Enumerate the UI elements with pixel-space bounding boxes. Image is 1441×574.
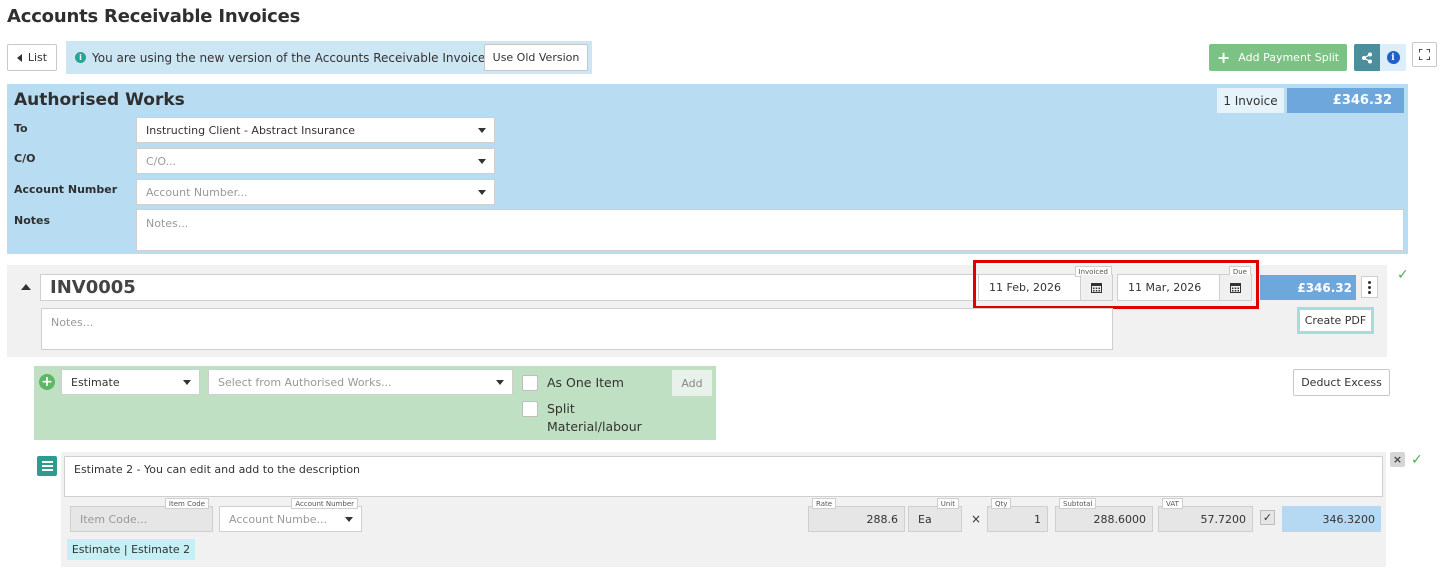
chevron-down-icon (496, 380, 504, 385)
version-notice: i You are using the new version of the A… (66, 41, 592, 74)
notes-label: Notes (14, 214, 51, 227)
unit-input[interactable]: Ea Unit (908, 498, 962, 532)
invoice-number-input[interactable]: INV0005 (40, 274, 1056, 301)
info-button[interactable]: i (1380, 44, 1406, 71)
line-type-select[interactable]: Estimate (61, 369, 200, 395)
vat-field[interactable]: 57.7200 VAT (1158, 498, 1253, 532)
version-notice-text: You are using the new version of the Acc… (92, 50, 492, 65)
vat-value: 57.7200 (1200, 512, 1247, 526)
add-payment-split-label: Add Payment Split (1238, 51, 1340, 64)
add-circle-icon[interactable]: + (39, 374, 55, 390)
list-button[interactable]: List (7, 44, 57, 71)
chevron-down-icon (478, 128, 486, 133)
to-select-value: Instructing Client - Abstract Insurance (146, 123, 356, 137)
split-material-labour-checkbox[interactable] (522, 401, 538, 417)
bar (41, 461, 53, 463)
drag-handle-icon[interactable] (37, 456, 57, 476)
line-account-number-select[interactable]: Account Numbe... Account Number (219, 498, 362, 532)
as-one-item-checkbox[interactable] (522, 375, 538, 391)
chevron-down-icon (478, 159, 486, 164)
vat-label: VAT (1162, 498, 1183, 509)
rate-value: 288.6 (866, 512, 899, 526)
rate-label: Rate (812, 498, 837, 509)
account-number-label: Account Number (14, 183, 118, 196)
account-number-placeholder: Account Number... (146, 185, 248, 199)
as-one-item-label: As One Item (547, 375, 624, 390)
to-label: To (14, 122, 28, 135)
co-label: C/O (14, 152, 36, 165)
line-description-textarea[interactable]: Estimate 2 - You can edit and add to the… (64, 456, 1383, 497)
chevron-down-icon (345, 517, 353, 522)
rate-input[interactable]: 288.6 Rate (808, 498, 905, 532)
to-select[interactable]: Instructing Client - Abstract Insurance (136, 117, 495, 143)
remove-line-icon[interactable]: × (1390, 452, 1405, 467)
subtotal-value: 288.6000 (1093, 512, 1147, 526)
add-payment-split-button[interactable]: + Add Payment Split (1209, 44, 1347, 71)
add-line-button[interactable]: Add (672, 370, 712, 396)
info-circle-icon: i (1386, 51, 1400, 64)
page-title: Accounts Receivable Invoices (7, 6, 301, 27)
qty-value: 1 (1034, 512, 1041, 526)
split-label: Split (547, 401, 575, 416)
co-select[interactable]: C/O... (136, 148, 495, 174)
caret-left-icon (16, 53, 22, 62)
invoice-amount: £346.32 (1260, 275, 1356, 300)
create-pdf-button[interactable]: Create PDF (1297, 307, 1374, 334)
co-select-placeholder: C/O... (146, 154, 177, 168)
dot (1368, 280, 1371, 284)
highlight-box (973, 260, 1259, 309)
line-total: 346.3200 (1282, 506, 1381, 532)
authorised-works-placeholder: Select from Authorised Works... (218, 375, 392, 389)
qty-input[interactable]: 1 Qty (987, 498, 1048, 532)
collapse-caret-icon[interactable] (21, 284, 31, 290)
multiply-symbol: × (971, 512, 982, 526)
info-icon: i (75, 52, 86, 63)
item-code-input[interactable]: Item Code... Item Code (70, 498, 213, 532)
list-button-label: List (27, 51, 48, 64)
dot (1368, 285, 1371, 289)
subtotal-label: Subtotal (1059, 498, 1097, 509)
material-labour-label: Material/labour (547, 419, 642, 434)
invoice-count: 1 Invoice (1217, 88, 1284, 113)
expand-icon (1419, 49, 1430, 60)
notes-textarea[interactable]: Notes... (136, 209, 1404, 251)
chevron-down-icon (183, 380, 191, 385)
item-code-placeholder: Item Code... (80, 512, 148, 526)
unit-value: Ea (918, 512, 932, 526)
use-old-version-button[interactable]: Use Old Version (484, 44, 588, 71)
chevron-down-icon (478, 190, 486, 195)
qty-label: Qty (991, 498, 1012, 509)
invoice-saved-check-icon: ✓ (1397, 267, 1409, 283)
share-info-group: i (1354, 44, 1406, 71)
plus-icon: + (1216, 47, 1231, 67)
share-icon (1362, 52, 1372, 63)
deduct-excess-button[interactable]: Deduct Excess (1293, 369, 1390, 396)
dot (1368, 290, 1371, 294)
authorised-works-total: £346.32 (1287, 88, 1404, 113)
line-account-number-placeholder: Account Numbe... (229, 512, 328, 526)
account-number-select[interactable]: Account Number... (136, 179, 495, 205)
invoice-notes-textarea[interactable]: Notes... (41, 308, 1113, 350)
subtotal-field: 288.6000 Subtotal (1055, 498, 1153, 532)
line-type-value: Estimate (71, 375, 120, 389)
vat-checkbox[interactable]: ✓ (1260, 510, 1275, 525)
fullscreen-button[interactable] (1412, 42, 1437, 67)
more-options-button[interactable] (1361, 276, 1378, 298)
unit-label: Unit (936, 498, 959, 509)
authorised-works-select[interactable]: Select from Authorised Works... (208, 369, 513, 395)
bar (41, 469, 53, 471)
share-button[interactable] (1354, 44, 1380, 71)
bar (41, 465, 53, 467)
estimate-tag: Estimate | Estimate 2 (67, 539, 195, 560)
authorised-works-title: Authorised Works (14, 90, 185, 110)
line-account-number-label: Account Number (291, 498, 358, 509)
item-code-label: Item Code (164, 498, 209, 509)
line-saved-check-icon: ✓ (1411, 452, 1423, 468)
